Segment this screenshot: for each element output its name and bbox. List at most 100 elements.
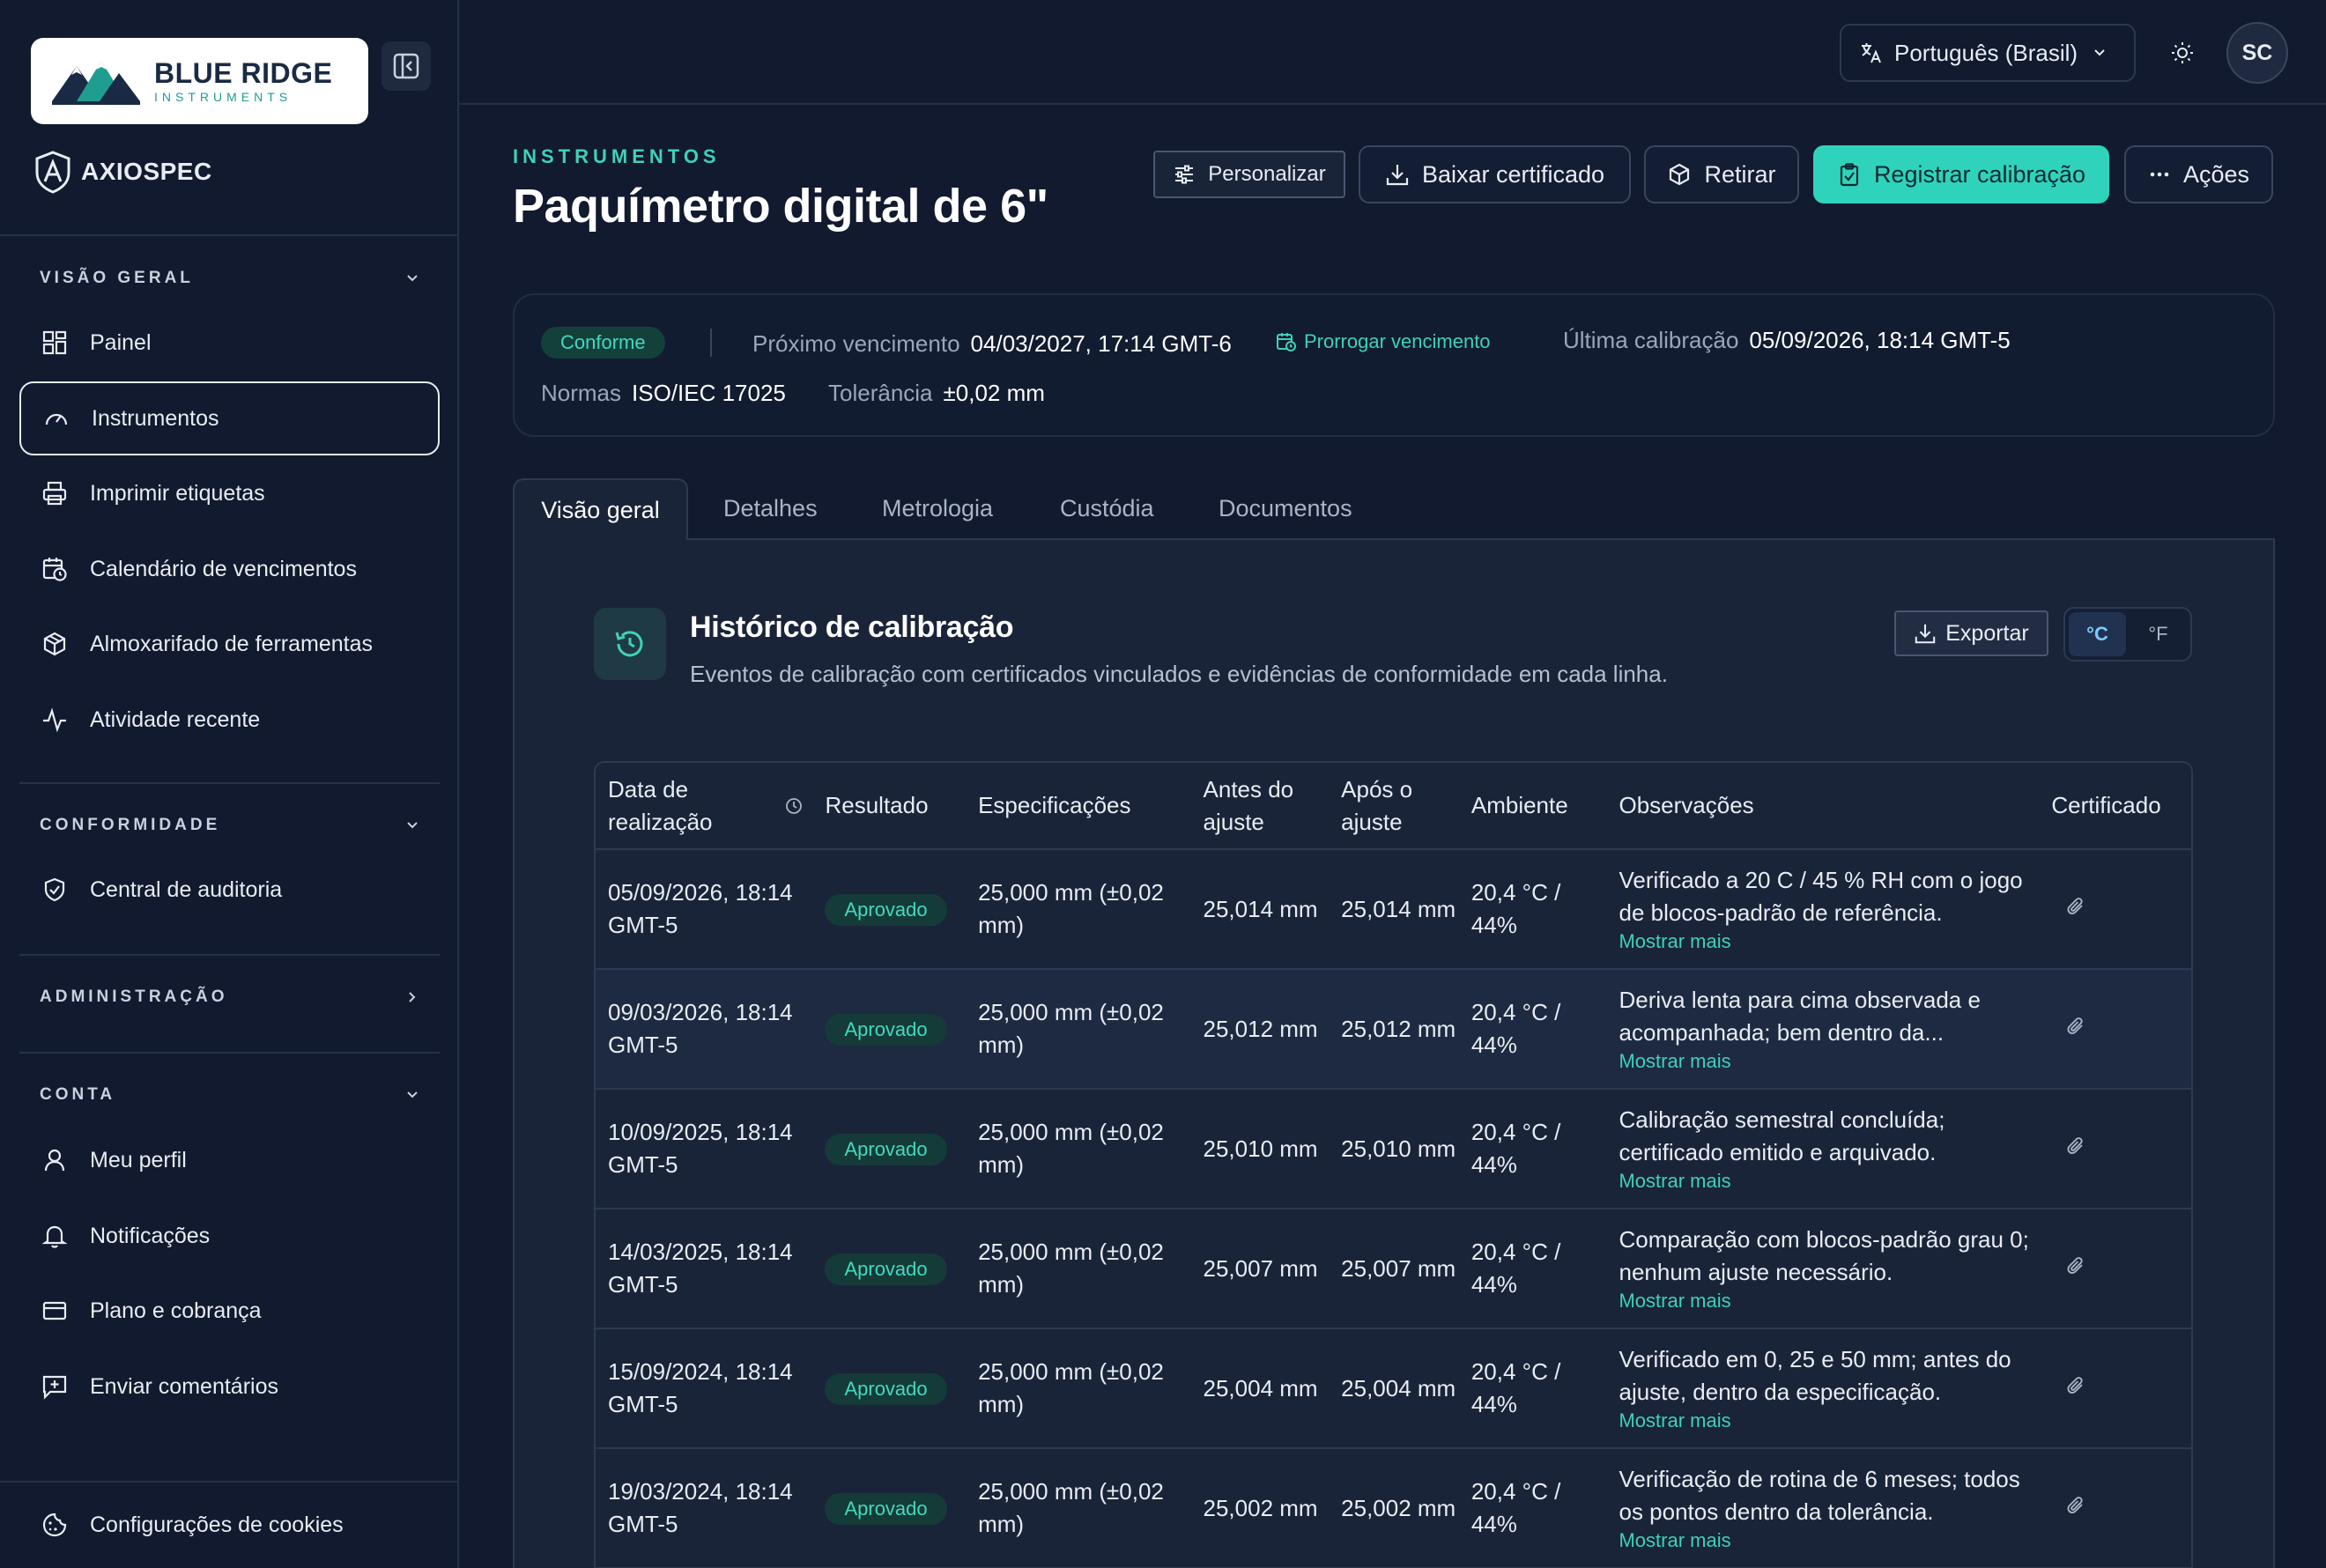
paperclip-icon[interactable] xyxy=(2065,1495,2086,1521)
paperclip-icon[interactable] xyxy=(2065,1016,2086,1042)
cell-env: 20,4 °C / 44% xyxy=(1470,1358,1561,1417)
section-visao-geral[interactable]: VISÃO GERAL xyxy=(40,265,420,292)
column-header-date[interactable]: Data de realização xyxy=(596,773,812,839)
sidebar-item-imprimir-etiquetas[interactable]: Imprimir etiquetas xyxy=(19,456,440,530)
show-more-link[interactable]: Mostrar mais xyxy=(1619,929,2039,954)
calendar-clock-icon xyxy=(39,553,70,585)
sidebar-item-meu-perfil[interactable]: Meu perfil xyxy=(19,1123,440,1197)
sidebar-item-label: Meu perfil xyxy=(90,1147,187,1172)
sidebar-item-instrumentos[interactable]: Instrumentos xyxy=(19,381,440,455)
last-calibration-field: Última calibração 05/09/2026, 18:14 GMT-… xyxy=(1563,327,2011,354)
table-row[interactable]: 10/09/2025, 18:14 GMT-5 Aprovado 25,000 mm… xyxy=(596,1090,2191,1209)
column-header-certificate: Certificado xyxy=(2051,792,2161,818)
breadcrumb[interactable]: INSTRUMENTOS xyxy=(513,145,721,168)
download-certificate-button[interactable]: Baixar certificado xyxy=(1359,145,1631,203)
clock-sort-icon xyxy=(786,797,803,814)
table-row[interactable]: 19/03/2024, 18:14 GMT-5 Aprovado 25,000 mm… xyxy=(596,1449,2191,1568)
cell-result: Aprovado xyxy=(812,1491,966,1525)
avatar[interactable]: SC xyxy=(2226,22,2288,84)
section-conformidade[interactable]: CONFORMIDADE xyxy=(40,812,420,839)
next-due-value: 04/03/2027, 17:14 GMT-6 xyxy=(970,330,1232,357)
cell-spec: 25,000 mm (±0,02 mm) xyxy=(978,1119,1164,1178)
table-row[interactable]: 05/09/2026, 18:14 GMT-5 Aprovado 25,000 mm… xyxy=(596,850,2191,970)
theme-toggle-button[interactable] xyxy=(2165,35,2200,70)
history-icon xyxy=(594,608,666,680)
cell-before: 25,007 mm xyxy=(1203,1254,1318,1282)
dashboard-grid-icon xyxy=(39,327,70,359)
tab-documentos[interactable]: Documentos xyxy=(1219,478,1352,538)
result-badge: Aprovado xyxy=(825,1134,947,1165)
table-row[interactable]: 14/03/2025, 18:14 GMT-5 Aprovado 25,000 mm… xyxy=(596,1209,2191,1329)
sun-icon xyxy=(2172,42,2193,63)
overview-panel: Histórico de calibração Eventos de calib… xyxy=(513,538,2275,1568)
sidebar-item-label: Plano e cobrança xyxy=(90,1298,262,1323)
product-name: AXIOSPEC xyxy=(81,158,212,185)
register-label: Registrar calibração xyxy=(1873,160,2086,188)
sidebar-item-notificacoes[interactable]: Notificações xyxy=(19,1199,440,1273)
column-header-after: Após o ajuste xyxy=(1341,775,1413,835)
section-conta[interactable]: CONTA xyxy=(40,1082,420,1108)
cell-spec: 25,000 mm (±0,02 mm) xyxy=(978,879,1164,938)
topbar: Português (Brasil) SC xyxy=(459,0,2326,105)
chevron-down-icon xyxy=(407,1091,418,1098)
section-administracao[interactable]: ADMINISTRAÇÃO xyxy=(40,984,420,1010)
blue-ridge-logo[interactable]: BLUE RIDGE INSTRUMENTS xyxy=(31,38,368,124)
history-subtitle: Eventos de calibração com certificados v… xyxy=(690,661,1668,687)
collapse-sidebar-button[interactable] xyxy=(381,41,431,91)
sidebar-item-plano[interactable]: Plano e cobrança xyxy=(19,1274,440,1348)
cell-date: 15/09/2024, 18:14 GMT-5 xyxy=(608,1358,793,1417)
mountain-logo-icon xyxy=(52,61,140,105)
language-select[interactable]: Português (Brasil) xyxy=(1840,24,2136,82)
cell-spec: 25,000 mm (±0,02 mm) xyxy=(978,1239,1164,1298)
axiospec-brand: AXIOSPEC xyxy=(33,150,212,194)
divider xyxy=(19,782,440,784)
package-icon xyxy=(39,628,70,660)
divider xyxy=(19,1052,440,1054)
table-row[interactable]: 15/09/2024, 18:14 GMT-5 Aprovado 25,000 mm… xyxy=(596,1329,2191,1449)
unit-fahrenheit-option[interactable]: °F xyxy=(2130,612,2187,656)
sidebar-item-label: Central de auditoria xyxy=(90,876,283,902)
sidebar-collapse-icon xyxy=(393,53,419,79)
sidebar-item-label: Calendário de vencimentos xyxy=(90,556,357,581)
tab-metrologia[interactable]: Metrologia xyxy=(882,478,993,538)
paperclip-icon[interactable] xyxy=(2065,1135,2086,1162)
customize-button[interactable]: Personalizar xyxy=(1153,151,1345,198)
sidebar-item-label: Configurações de cookies xyxy=(90,1512,344,1537)
register-calibration-button[interactable]: Registrar calibração xyxy=(1813,145,2109,203)
paperclip-icon[interactable] xyxy=(2065,1255,2086,1282)
sidebar-item-auditoria[interactable]: Central de auditoria xyxy=(19,853,440,927)
show-more-link[interactable]: Mostrar mais xyxy=(1619,1528,2039,1553)
chevron-right-icon xyxy=(409,992,416,1002)
sidebar-item-almoxarifado[interactable]: Almoxarifado de ferramentas xyxy=(19,607,440,681)
actions-menu-button[interactable]: Ações xyxy=(2124,145,2273,203)
export-button[interactable]: Exportar xyxy=(1894,610,2048,656)
tab-detalhes[interactable]: Detalhes xyxy=(723,478,818,538)
cell-after: 25,007 mm xyxy=(1341,1254,1456,1282)
download-icon xyxy=(1386,165,1409,186)
unit-celsius-option[interactable]: °C xyxy=(2069,612,2126,656)
cell-before: 25,004 mm xyxy=(1203,1374,1318,1402)
show-more-link[interactable]: Mostrar mais xyxy=(1619,1409,2039,1433)
result-badge: Aprovado xyxy=(825,1014,947,1046)
sidebar-item-calendario[interactable]: Calendário de vencimentos xyxy=(19,532,440,606)
bell-icon xyxy=(39,1220,70,1252)
paperclip-icon[interactable] xyxy=(2065,1375,2086,1402)
sidebar-item-comentarios[interactable]: Enviar comentários xyxy=(19,1350,440,1424)
sidebar-item-atividade[interactable]: Atividade recente xyxy=(19,683,440,757)
checkout-button[interactable]: Retirar xyxy=(1644,145,1799,203)
actions-label: Ações xyxy=(2182,160,2250,188)
sidebar-item-painel[interactable]: Painel xyxy=(19,306,440,380)
show-more-link[interactable]: Mostrar mais xyxy=(1619,1289,2039,1313)
download-label: Baixar certificado xyxy=(1421,160,1605,188)
extend-due-button[interactable]: Prorrogar vencimento xyxy=(1276,330,1491,353)
cell-certificate xyxy=(2039,1253,2191,1285)
tab-visao-geral[interactable]: Visão geral xyxy=(513,478,688,540)
sidebar-item-cookies[interactable]: Configurações de cookies xyxy=(19,1488,440,1562)
table-row[interactable]: 09/03/2026, 18:14 GMT-5 Aprovado 25,000 mm… xyxy=(596,970,2191,1090)
paperclip-icon[interactable] xyxy=(2065,896,2086,922)
export-label: Exportar xyxy=(1945,620,2029,646)
show-more-link[interactable]: Mostrar mais xyxy=(1619,1049,2039,1074)
tab-custodia[interactable]: Custódia xyxy=(1060,478,1154,538)
show-more-link[interactable]: Mostrar mais xyxy=(1619,1169,2039,1194)
extend-due-label: Prorrogar vencimento xyxy=(1304,330,1491,352)
